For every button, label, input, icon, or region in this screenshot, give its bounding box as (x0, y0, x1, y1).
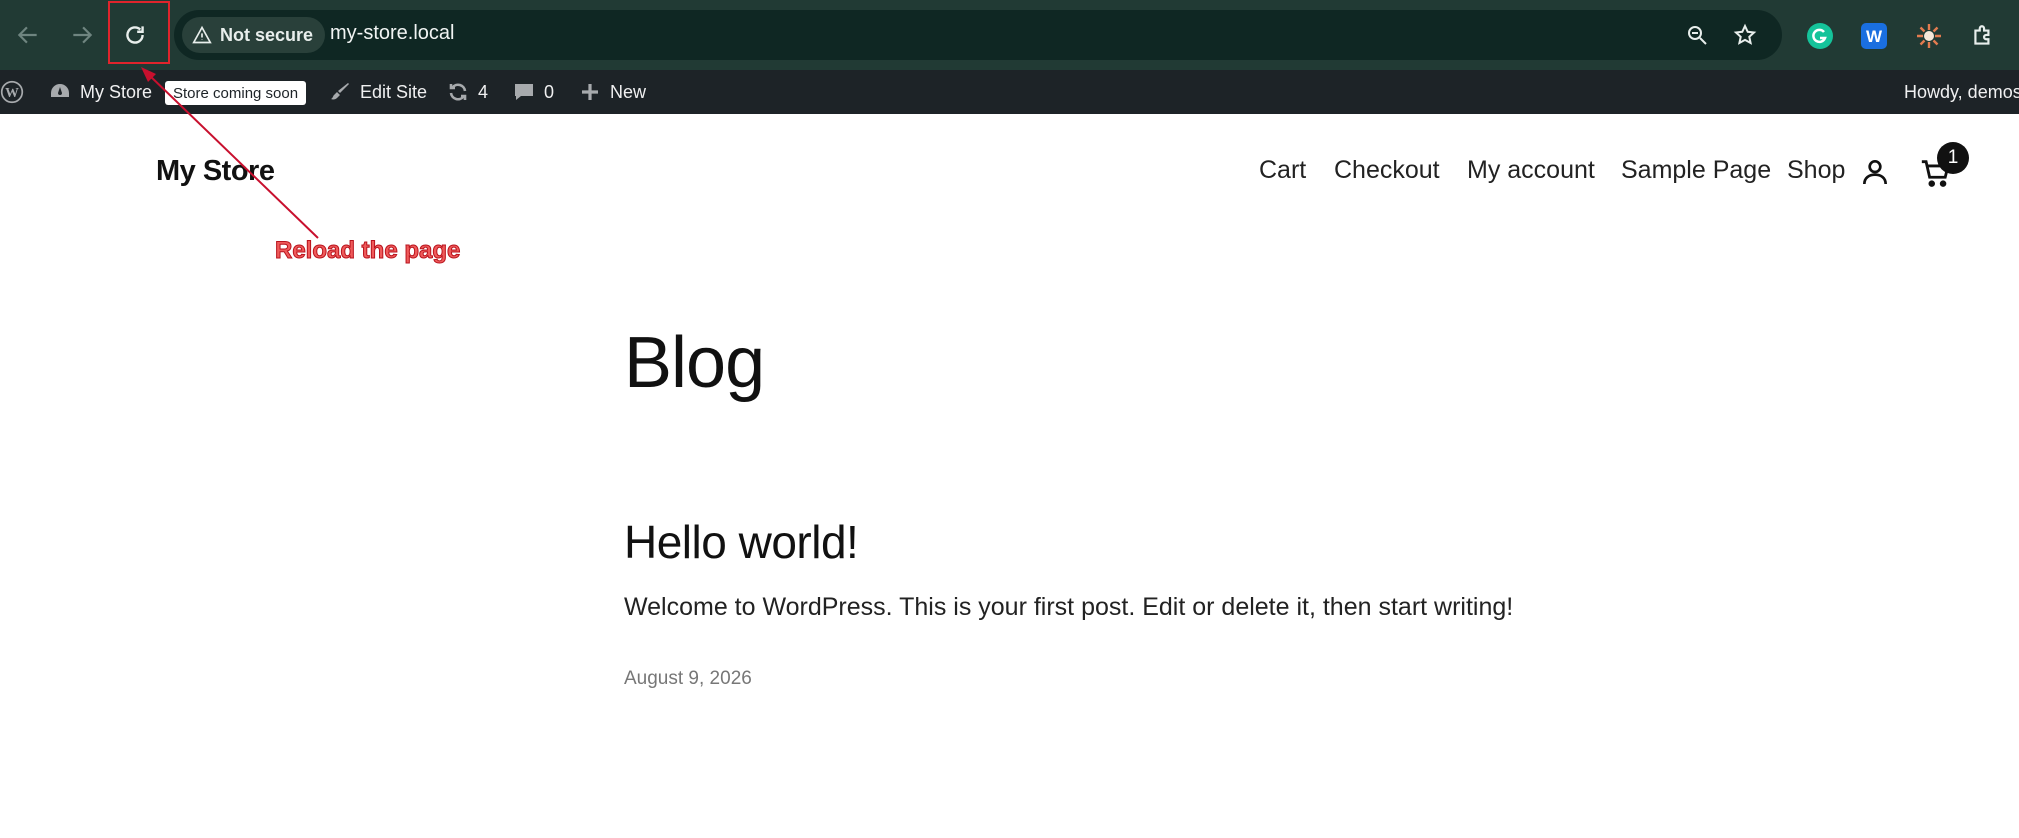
edit-site-link[interactable]: Edit Site (328, 70, 427, 114)
svg-text:W: W (5, 85, 19, 100)
comments-link[interactable]: 0 (512, 70, 554, 114)
updates-icon (449, 83, 467, 101)
forward-arrow-icon[interactable] (62, 15, 102, 55)
annotation-highlight-box (108, 1, 170, 64)
browser-toolbar: Not secure my-store.local W (0, 0, 2019, 70)
nav-link-cart[interactable]: Cart (1259, 156, 1306, 185)
cart-count-badge: 1 (1937, 142, 1969, 174)
updates-link[interactable]: 4 (446, 70, 488, 114)
w-extension-icon[interactable]: W (1860, 22, 1888, 50)
post-title-link[interactable]: Hello world! (624, 515, 859, 569)
warning-icon (192, 25, 212, 44)
nav-link-my-account[interactable]: My account (1467, 156, 1595, 185)
back-arrow-icon[interactable] (8, 15, 48, 55)
nav-link-sample-page[interactable]: Sample Page (1621, 156, 1771, 185)
security-chip[interactable]: Not secure (182, 17, 326, 53)
wp-admin-bar: W My Store Store coming soon Edit Site 4… (0, 70, 2019, 114)
url-text[interactable]: my-store.local (330, 22, 454, 45)
zoom-icon[interactable] (1684, 22, 1710, 48)
wordpress-logo-icon[interactable]: W (0, 70, 24, 114)
star-icon[interactable] (1732, 22, 1758, 48)
account-icon[interactable] (1859, 156, 1891, 188)
site-title[interactable]: My Store (156, 155, 275, 188)
account-greeting[interactable]: Howdy, demos (1904, 70, 2019, 114)
edit-site-label: Edit Site (360, 81, 428, 102)
dashboard-icon (51, 84, 69, 97)
updates-count: 4 (478, 81, 489, 102)
sun-extension-icon[interactable] (1915, 22, 1943, 50)
admin-site-link[interactable]: My Store (48, 70, 152, 114)
plus-icon (582, 84, 598, 100)
howdy-text: Howdy, demos (1904, 81, 2019, 102)
annotation-label: Reload the page (274, 237, 461, 265)
nav-link-checkout[interactable]: Checkout (1334, 156, 1440, 185)
security-label: Not secure (220, 24, 314, 45)
brush-icon (331, 83, 349, 100)
nav-link-shop[interactable]: Shop (1787, 156, 1845, 185)
address-bar[interactable]: Not secure my-store.local (174, 10, 1782, 60)
new-content-link[interactable]: New (578, 70, 646, 114)
svg-text:W: W (1866, 27, 1883, 46)
comments-count: 0 (544, 81, 555, 102)
comment-icon (515, 84, 533, 100)
grammarly-icon[interactable] (1806, 22, 1834, 50)
annotation-arrow (141, 67, 319, 239)
store-coming-soon-badge[interactable]: Store coming soon (165, 81, 307, 105)
page-title: Blog (624, 323, 765, 403)
admin-site-name: My Store (80, 81, 153, 102)
post-date: August 9, 2026 (624, 668, 752, 689)
post-excerpt: Welcome to WordPress. This is your first… (624, 593, 1514, 621)
new-label: New (610, 81, 647, 102)
extensions-puzzle-icon[interactable] (1969, 22, 1997, 50)
